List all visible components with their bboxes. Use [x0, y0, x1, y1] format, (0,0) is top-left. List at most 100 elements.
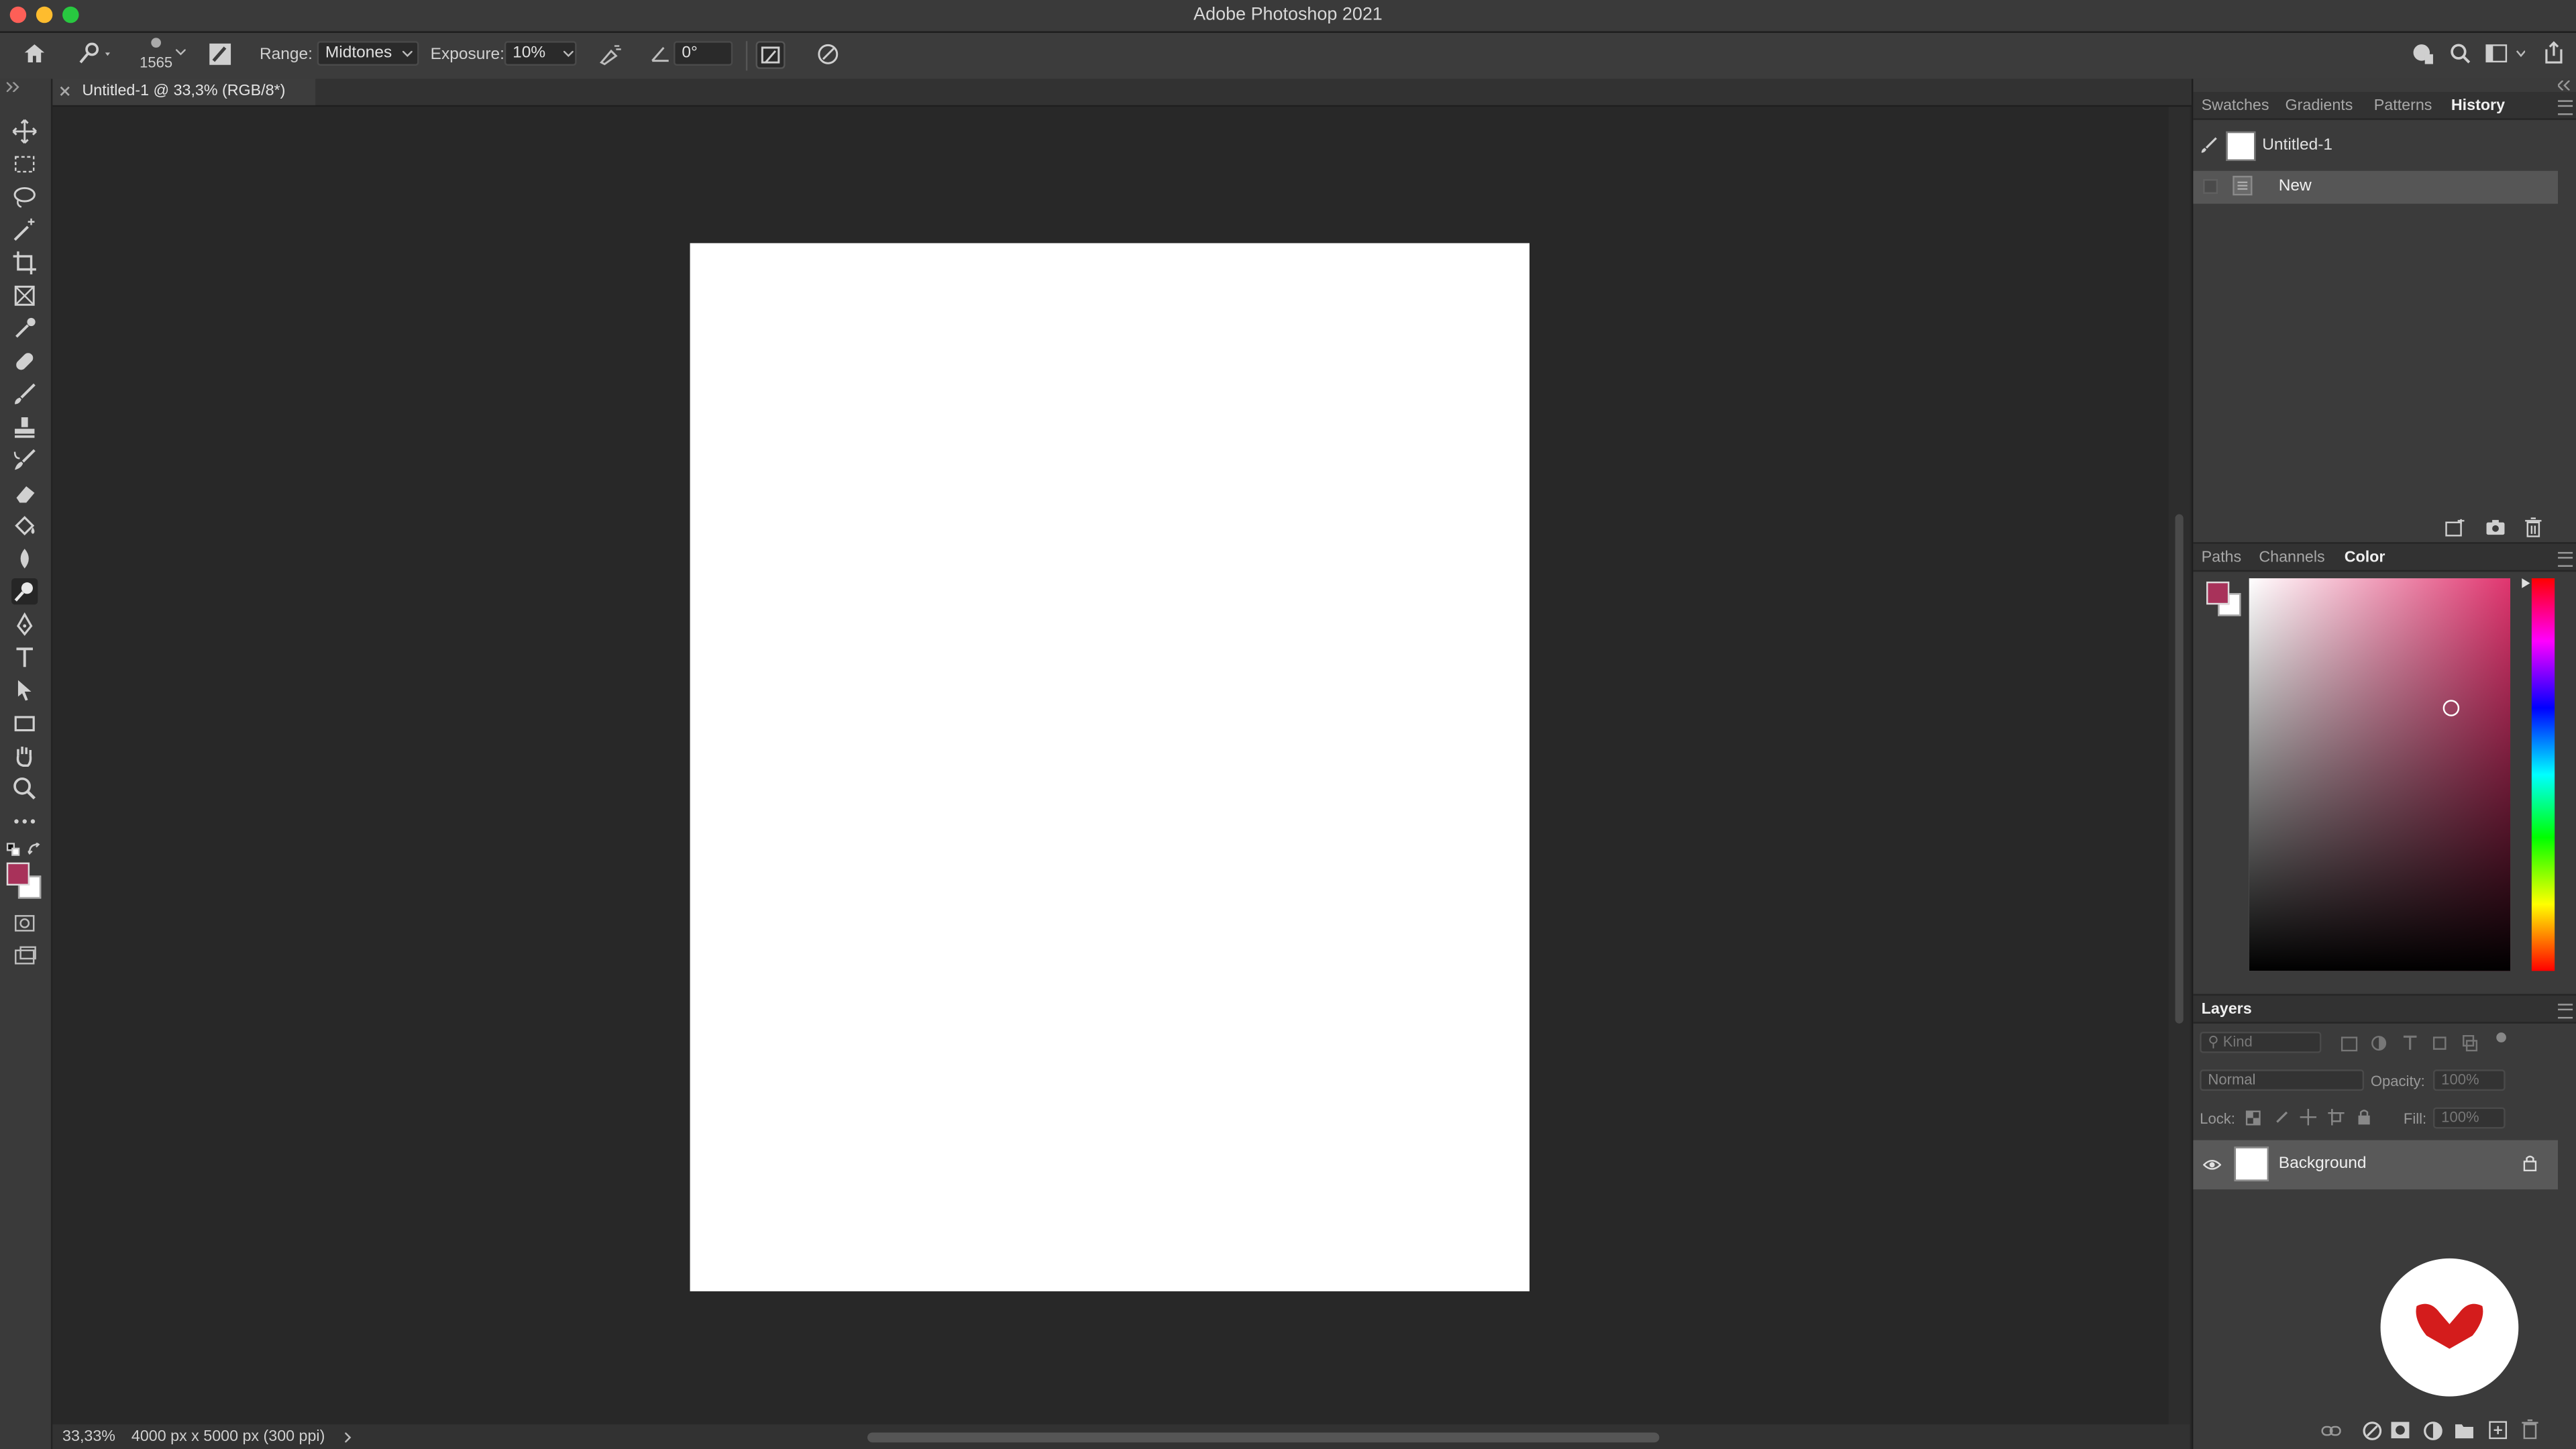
panel-foreground-swatch[interactable] — [2206, 581, 2230, 605]
lock-all-icon[interactable] — [2357, 1109, 2371, 1125]
history-checkbox[interactable] — [2203, 178, 2218, 194]
brush-size[interactable]: 1565 — [140, 54, 172, 70]
history-source-brush-icon[interactable] — [2200, 136, 2218, 154]
filter-type-icon[interactable] — [2402, 1035, 2418, 1051]
tab-paths[interactable]: Paths — [2202, 549, 2242, 567]
history-brush-tool[interactable] — [11, 447, 38, 473]
trash-icon[interactable] — [2525, 517, 2542, 537]
filter-toggle-icon[interactable] — [2496, 1032, 2507, 1043]
vertical-scroll-thumb[interactable] — [2175, 514, 2184, 1024]
zoom-level[interactable]: 33,33% — [62, 1428, 115, 1446]
tab-gradients[interactable]: Gradients — [2286, 97, 2353, 115]
lock-artboard-icon[interactable] — [2328, 1109, 2345, 1126]
new-document-from-state-icon[interactable] — [2445, 519, 2466, 537]
chevron-right-icon[interactable] — [345, 1432, 352, 1443]
healing-brush-tool[interactable] — [11, 348, 38, 374]
layer-lock-icon[interactable] — [2523, 1155, 2537, 1172]
color-picker-ring[interactable] — [2443, 700, 2460, 716]
panel-menu-icon[interactable] — [2558, 100, 2573, 115]
swap-colors-icon[interactable] — [28, 843, 42, 856]
vertical-scrollbar[interactable] — [2168, 107, 2190, 1425]
filter-adjustment-icon[interactable] — [2371, 1035, 2387, 1051]
layer-row[interactable]: Background — [2193, 1140, 2559, 1190]
zoom-tool[interactable] — [11, 775, 38, 802]
hand-tool[interactable] — [11, 743, 38, 769]
brush-tool[interactable] — [11, 381, 38, 407]
add-mask-icon[interactable] — [2390, 1421, 2410, 1439]
link-layers-icon[interactable] — [2321, 1424, 2341, 1438]
history-state-row[interactable]: New — [2193, 170, 2559, 204]
brush-dot-icon[interactable] — [148, 36, 164, 50]
learn-icon[interactable] — [2412, 43, 2434, 66]
lock-image-icon[interactable] — [2273, 1111, 2288, 1126]
blur-tool[interactable] — [11, 545, 38, 572]
rectangle-tool[interactable] — [11, 710, 38, 736]
magic-wand-tool[interactable] — [11, 217, 38, 243]
new-layer-icon[interactable] — [2489, 1421, 2508, 1440]
hue-slider[interactable] — [2531, 578, 2555, 971]
pen-tool[interactable] — [11, 611, 38, 637]
quick-mask-icon[interactable] — [11, 910, 38, 936]
new-group-icon[interactable] — [2455, 1423, 2474, 1439]
opacity-input[interactable]: 100% — [2432, 1069, 2506, 1091]
lock-position-icon[interactable] — [2300, 1109, 2317, 1126]
dodge-preset-icon[interactable] — [77, 42, 113, 66]
tab-patterns[interactable]: Patterns — [2374, 97, 2432, 115]
eyedropper-tool[interactable] — [11, 315, 38, 341]
airbrush-icon[interactable] — [598, 43, 623, 66]
share-icon[interactable] — [2543, 41, 2565, 64]
tab-swatches[interactable]: Swatches — [2202, 97, 2269, 115]
panel-menu-icon[interactable] — [2558, 551, 2573, 567]
horizontal-scroll-thumb[interactable] — [867, 1432, 1660, 1443]
lock-transparent-icon[interactable] — [2245, 1110, 2261, 1126]
search-icon[interactable] — [2449, 43, 2471, 64]
adjustment-layer-icon[interactable] — [2423, 1421, 2443, 1440]
brush-settings-icon[interactable] — [209, 43, 231, 66]
tab-channels[interactable]: Channels — [2259, 549, 2324, 567]
panel-menu-icon[interactable] — [2558, 1004, 2573, 1019]
default-colors-icon[interactable] — [6, 843, 20, 856]
camera-icon[interactable] — [2485, 519, 2505, 535]
delete-layer-icon[interactable] — [2522, 1419, 2538, 1440]
frame-tool[interactable] — [11, 282, 38, 309]
angle-input[interactable]: 0° — [674, 41, 733, 66]
tab-layers[interactable]: Layers — [2202, 1000, 2252, 1018]
workspace-icon[interactable] — [2485, 44, 2526, 63]
pressure-size-icon[interactable] — [816, 43, 839, 66]
screen-mode-icon[interactable] — [11, 943, 38, 969]
more-tools-icon[interactable] — [11, 808, 38, 835]
saturation-brightness-field[interactable] — [2249, 578, 2511, 971]
eye-icon[interactable] — [2203, 1159, 2222, 1172]
tab-history[interactable]: History — [2451, 97, 2505, 115]
clone-stamp-tool[interactable] — [11, 414, 38, 440]
layer-filter-select[interactable]: ⚲ Kind — [2200, 1031, 2322, 1053]
blend-mode-select[interactable]: Normal — [2200, 1069, 2365, 1091]
filter-shape-icon[interactable] — [2431, 1035, 2447, 1051]
chevron-down-icon[interactable] — [564, 50, 574, 58]
foreground-color-swatch[interactable] — [6, 862, 30, 886]
layer-name[interactable]: Background — [2279, 1155, 2367, 1173]
fill-input[interactable]: 100% — [2432, 1107, 2506, 1129]
crop-tool[interactable] — [11, 250, 38, 276]
dodge-tool[interactable] — [11, 578, 38, 605]
layer-style-icon[interactable] — [2363, 1421, 2382, 1440]
move-tool[interactable] — [11, 118, 38, 144]
document-canvas[interactable] — [690, 243, 1530, 1291]
collapse-toolbar-icon[interactable] — [6, 82, 20, 93]
marquee-tool[interactable] — [11, 151, 38, 177]
chevron-down-icon[interactable] — [176, 49, 186, 56]
document-tab[interactable]: Untitled-1 @ 33,3% (RGB/8*) — [52, 78, 316, 105]
history-snapshot[interactable]: Untitled-1 — [2193, 127, 2558, 166]
collapse-panels-icon[interactable] — [2558, 80, 2571, 91]
filter-pixel-icon[interactable] — [2341, 1036, 2358, 1052]
lasso-tool[interactable] — [11, 184, 38, 210]
protect-tones-icon[interactable] — [755, 41, 786, 69]
path-selection-tool[interactable] — [11, 677, 38, 703]
type-tool[interactable] — [11, 644, 38, 670]
tab-color[interactable]: Color — [2345, 549, 2385, 567]
filter-smart-object-icon[interactable] — [2463, 1034, 2479, 1052]
home-icon[interactable] — [23, 43, 46, 64]
close-tab-icon[interactable] — [59, 85, 70, 97]
eraser-tool[interactable] — [11, 480, 38, 506]
paint-bucket-tool[interactable] — [11, 513, 38, 539]
